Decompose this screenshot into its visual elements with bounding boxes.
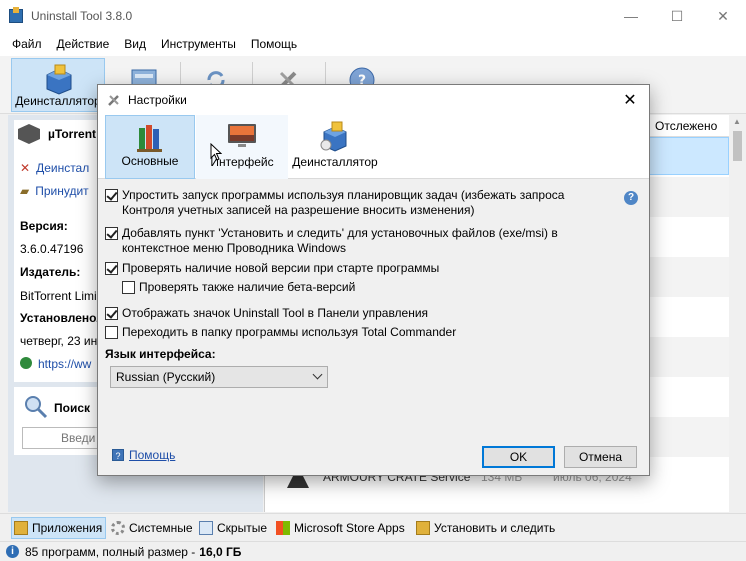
publisher-label: Издатель: [20, 265, 81, 279]
category-tabs: Приложения Системные Скрытые Microsoft S… [0, 513, 746, 540]
check-beta-checkbox[interactable] [122, 281, 135, 294]
installed-label: Установлено/ [20, 311, 100, 325]
option-task-scheduler[interactable]: Упростить запуск программы используя пла… [105, 188, 564, 218]
option-check-beta[interactable]: Проверять также наличие бета-версий [122, 280, 355, 295]
maximize-button[interactable]: ☐ [654, 0, 700, 32]
tab-install-and-track[interactable]: Установить и следить [416, 517, 555, 539]
tab-hidden[interactable]: Скрытые [199, 517, 267, 539]
option-help-icon[interactable]: ? [624, 191, 638, 205]
mouse-cursor-icon [210, 143, 222, 161]
settings-dialog: Настройки ✕ Основные Интерфейс Деинсталл… [97, 84, 650, 476]
context-menu-checkbox[interactable] [105, 227, 118, 240]
delete-icon: ✕ [20, 161, 31, 175]
column-tracked[interactable]: Отслежено [655, 119, 717, 133]
ok-button[interactable]: OK [482, 446, 555, 468]
toolbar-uninstaller-label: Деинсталлятор [15, 94, 101, 108]
website-link[interactable]: https://ww [20, 357, 91, 371]
language-label: Язык интерфейса: [105, 347, 216, 361]
menu-help[interactable]: Помощь [251, 37, 297, 51]
info-icon: i [6, 545, 19, 558]
tab-system[interactable]: Системные [111, 517, 193, 539]
installed-value: четверг, 23 ин [20, 334, 98, 348]
task-scheduler-checkbox[interactable] [105, 189, 118, 202]
option-control-panel-icon[interactable]: Отображать значок Uninstall Tool в Панел… [105, 306, 428, 321]
version-label: Версия: [20, 219, 68, 233]
dialog-close-button[interactable]: ✕ [619, 89, 641, 111]
minimize-button[interactable]: — [608, 0, 654, 32]
tab-uninstaller-label: Деинсталлятор [292, 155, 378, 169]
list-scrollbar[interactable]: ▲ [729, 115, 746, 512]
menu-action[interactable]: Действие [57, 37, 110, 51]
check-updates-checkbox[interactable] [105, 262, 118, 275]
scroll-thumb[interactable] [733, 131, 742, 161]
magnifier-icon [25, 396, 48, 419]
uninstaller-icon [46, 64, 72, 95]
option-check-updates[interactable]: Проверять наличие новой версии при старт… [105, 261, 439, 276]
menu-view[interactable]: Вид [124, 37, 146, 51]
tab-general-label: Основные [121, 154, 179, 168]
status-total-size: 16,0 ГБ [199, 544, 242, 559]
menu-tools[interactable]: Инструменты [161, 37, 236, 51]
menu-file[interactable]: Файл [12, 37, 42, 51]
force-remove-action[interactable]: ▰ Принудит [20, 184, 89, 198]
program-name: µTorrent [48, 127, 97, 141]
uninstall-action[interactable]: ✕ Деинстал [20, 161, 89, 175]
help-link[interactable]: ? Помощь [112, 448, 175, 462]
dialog-tabs: Основные Интерфейс Деинсталлятор [98, 115, 649, 179]
option-total-commander[interactable]: Переходить в папку программы используя T… [105, 325, 456, 340]
uninstaller-box-icon [320, 121, 347, 152]
search-title: Поиск [54, 401, 91, 415]
broom-icon: ▰ [20, 184, 30, 198]
toolbar-uninstaller-button[interactable]: Деинсталлятор [11, 58, 105, 112]
tab-applications[interactable]: Приложения [11, 517, 107, 539]
globe-icon [20, 357, 32, 369]
settings-tools-icon [106, 92, 122, 108]
scroll-up-icon[interactable]: ▲ [733, 117, 741, 126]
status-bar: i 85 программ, полный размер - 16,0 ГБ [0, 541, 746, 561]
applications-icon [14, 521, 28, 535]
close-button[interactable]: ✕ [700, 0, 746, 32]
language-select[interactable]: Russian (Русский) [110, 366, 328, 388]
cancel-button[interactable]: Отмена [564, 446, 637, 468]
dialog-title: Настройки [128, 93, 187, 107]
publisher-value: BitTorrent Limi [20, 289, 97, 303]
app-icon [9, 7, 23, 23]
chevron-down-icon [312, 369, 323, 380]
version-value: 3.6.0.47196 [20, 242, 84, 256]
gear-icon [111, 521, 125, 535]
window-title: Uninstall Tool 3.8.0 [31, 9, 133, 23]
title-bar: Uninstall Tool 3.8.0 — ☐ ✕ [0, 0, 746, 32]
status-text: 85 программ, полный размер - [25, 544, 196, 559]
books-icon [137, 125, 162, 152]
monitor-icon [228, 124, 256, 147]
tab-uninstaller[interactable]: Деинсталлятор [289, 115, 381, 179]
control-panel-checkbox[interactable] [105, 307, 118, 320]
tab-microsoft-store[interactable]: Microsoft Store Apps [276, 517, 405, 539]
install-track-icon [416, 521, 430, 535]
hidden-window-icon [199, 521, 213, 535]
total-commander-checkbox[interactable] [105, 326, 118, 339]
help-book-icon: ? [112, 449, 124, 461]
program-box-icon [18, 124, 40, 144]
menu-bar: Файл Действие Вид Инструменты Помощь [0, 32, 746, 56]
dialog-title-bar: Настройки ✕ [98, 85, 649, 115]
microsoft-store-icon [276, 521, 290, 535]
tab-general[interactable]: Основные [105, 115, 195, 179]
option-context-menu[interactable]: Добавлять пункт 'Установить и следить' д… [105, 226, 558, 256]
